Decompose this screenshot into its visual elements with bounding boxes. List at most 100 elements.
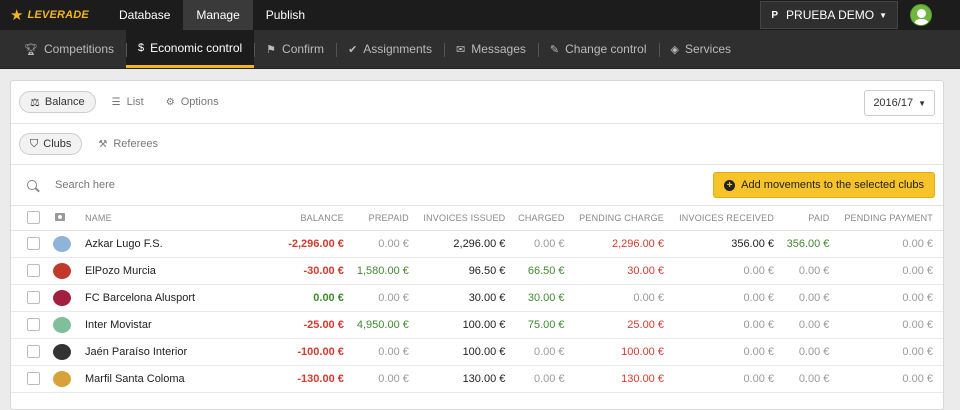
tab-confirm[interactable]: ⚑ Confirm <box>254 30 336 68</box>
nav-manage[interactable]: Manage <box>183 0 253 30</box>
club-name[interactable]: FC Barcelona Alusport <box>85 284 285 312</box>
table-row[interactable]: ElPozo Murcia -30.00 € 1,580.00 € 96.50 … <box>11 257 943 285</box>
table-row[interactable]: Jaén Paraíso Interior -100.00 € 0.00 € 1… <box>11 338 943 366</box>
row-checkbox[interactable] <box>27 372 40 385</box>
col-balance[interactable]: BALANCE <box>285 206 354 231</box>
col-invoices-received[interactable]: INVOICES RECEIVED <box>673 206 785 231</box>
col-prepaid[interactable]: PREPAID <box>353 206 419 231</box>
balance-value: 0.00 € <box>285 284 354 312</box>
row-checkbox[interactable] <box>27 264 40 277</box>
gavel-icon: ⚒ <box>98 138 108 150</box>
club-crest-icon <box>53 370 71 387</box>
col-charged[interactable]: CHARGED <box>515 206 575 231</box>
pending-charge-value: 130.00 € <box>574 365 674 393</box>
add-movements-button[interactable]: + Add movements to the selected clubs <box>713 172 935 198</box>
account-switcher[interactable]: P PRUEBA DEMO ▼ <box>760 1 898 29</box>
invoices-received-value: 0.00 € <box>673 338 785 366</box>
table-row[interactable]: Azkar Lugo F.S. -2,296.00 € 0.00 € 2,296… <box>11 230 943 258</box>
tab-services[interactable]: ◈ Services <box>658 30 743 68</box>
row-select-cell <box>11 311 49 339</box>
invoices-issued-value: 100.00 € <box>418 338 516 366</box>
tab-label: Assignments <box>363 42 432 56</box>
tab-label: Competitions <box>43 42 114 56</box>
crest-cell <box>49 257 85 285</box>
tab-competitions[interactable]: 🏆︎ Competitions <box>12 30 126 68</box>
row-checkbox[interactable] <box>27 237 40 250</box>
invoices-received-value: 0.00 € <box>673 257 785 285</box>
clubs-tab[interactable]: ⛉ Clubs <box>19 133 83 155</box>
prepaid-value: 1,580.00 € <box>353 257 419 285</box>
avatar-body <box>914 19 929 25</box>
search-input[interactable] <box>55 179 355 191</box>
referees-tab[interactable]: ⚒ Referees <box>98 138 158 150</box>
paid-value: 356.00 € <box>784 230 840 258</box>
tab-label: Change control <box>565 42 647 56</box>
view-toolbar: ⚖ Balance ☰ List ⚙ Options 2016/17 ▼ <box>11 81 943 124</box>
nav-publish[interactable]: Publish <box>253 0 318 30</box>
paid-value: 0.00 € <box>784 284 840 312</box>
pending-charge-value: 25.00 € <box>574 311 674 339</box>
user-avatar[interactable] <box>910 4 932 26</box>
pending-charge-value: 0.00 € <box>574 284 674 312</box>
col-name[interactable]: NAME <box>85 206 285 231</box>
add-movements-label: Add movements to the selected clubs <box>741 179 924 191</box>
table-row[interactable]: Inter Movistar -25.00 € 4,950.00 € 100.0… <box>11 311 943 339</box>
pending-payment-value: 0.00 € <box>839 311 943 339</box>
tab-messages[interactable]: ✉ Messages <box>443 30 538 68</box>
tab-economic-control[interactable]: $ Economic control <box>126 30 255 68</box>
club-name[interactable]: Azkar Lugo F.S. <box>85 230 285 258</box>
avatar-face <box>917 9 926 18</box>
select-all-cell <box>11 206 49 231</box>
pending-charge-value: 30.00 € <box>574 257 674 285</box>
paid-value: 0.00 € <box>784 338 840 366</box>
brand-logo[interactable]: ★ LEVERADE <box>0 0 106 30</box>
tab-change-control[interactable]: ✎ Change control <box>537 30 659 68</box>
pending-payment-value: 0.00 € <box>839 284 943 312</box>
col-paid[interactable]: PAID <box>784 206 840 231</box>
row-select-cell <box>11 230 49 258</box>
charged-value: 0.00 € <box>515 365 575 393</box>
prepaid-value: 0.00 € <box>353 230 419 258</box>
prepaid-value: 0.00 € <box>353 365 419 393</box>
club-crest-icon <box>53 316 71 333</box>
balance-value: -25.00 € <box>285 311 354 339</box>
club-name[interactable]: ElPozo Murcia <box>85 257 285 285</box>
table-row[interactable]: FC Barcelona Alusport 0.00 € 0.00 € 30.0… <box>11 284 943 312</box>
tab-assignments[interactable]: ✔ Assignments <box>336 30 444 68</box>
col-pending-charge[interactable]: PENDING CHARGE <box>574 206 674 231</box>
caret-down-icon: ▼ <box>918 98 926 108</box>
col-invoices-issued[interactable]: INVOICES ISSUED <box>418 206 516 231</box>
edit-icon: ✎ <box>549 43 560 56</box>
row-checkbox[interactable] <box>27 318 40 331</box>
invoices-received-value: 0.00 € <box>673 365 785 393</box>
table-row[interactable]: Marfil Santa Coloma -130.00 € 0.00 € 130… <box>11 365 943 393</box>
club-name[interactable]: Marfil Santa Coloma <box>85 365 285 393</box>
club-crest-icon <box>53 343 71 360</box>
balance-label: Balance <box>44 96 85 108</box>
invoices-issued-value: 2,296.00 € <box>418 230 516 258</box>
balance-value: -30.00 € <box>285 257 354 285</box>
club-name[interactable]: Jaén Paraíso Interior <box>85 338 285 366</box>
season-select[interactable]: 2016/17 ▼ <box>864 90 935 116</box>
pending-payment-value: 0.00 € <box>839 338 943 366</box>
select-all-checkbox[interactable] <box>27 211 40 225</box>
club-crest-icon <box>53 289 71 306</box>
nav-database[interactable]: Database <box>106 0 183 30</box>
list-tab[interactable]: ☰ List <box>112 96 144 108</box>
charged-value: 66.50 € <box>515 257 575 285</box>
club-name[interactable]: Inter Movistar <box>85 311 285 339</box>
invoices-received-value: 0.00 € <box>673 311 785 339</box>
invoices-issued-value: 30.00 € <box>418 284 516 312</box>
caret-down-icon: ▼ <box>879 10 887 20</box>
col-pending-payment[interactable]: PENDING PAYMENT <box>839 206 943 231</box>
balance-tab[interactable]: ⚖ Balance <box>19 91 96 113</box>
shield-icon: ⛉ <box>30 137 39 150</box>
tab-label: Confirm <box>282 42 325 56</box>
crest-cell <box>49 365 85 393</box>
row-checkbox[interactable] <box>27 291 40 304</box>
brand-name: LEVERADE <box>27 9 89 21</box>
club-crest-icon <box>53 235 71 252</box>
row-checkbox[interactable] <box>27 345 40 358</box>
clubs-label: Clubs <box>43 138 72 150</box>
options-tab[interactable]: ⚙ Options <box>166 96 219 108</box>
